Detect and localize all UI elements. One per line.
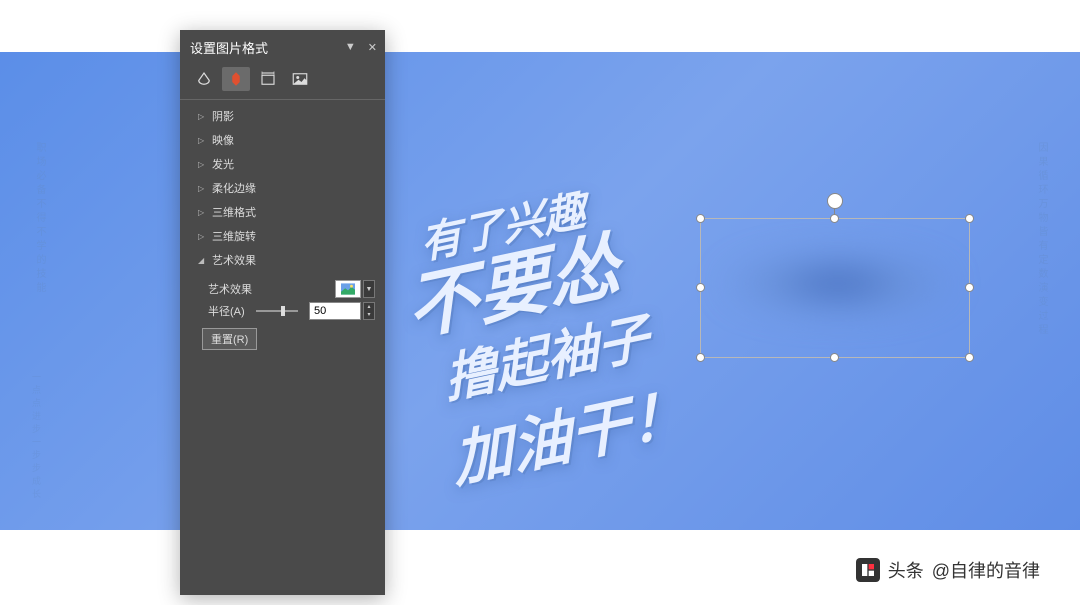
section-soft-edges[interactable]: ▷柔化边缘 — [180, 176, 385, 200]
slide-main-text: 有了兴趣 不要怂 撸起袖子 加油干！ — [398, 159, 693, 507]
format-picture-panel: 设置图片格式 ▼ ✕ ▷阴影 ▷映像 ▷发光 ▷柔化边缘 ▷三维格式 ▷三维旋转… — [180, 30, 385, 595]
resize-handle-bl[interactable] — [696, 353, 705, 362]
side-text-extra: 一点点进步一步步成长 — [30, 372, 43, 502]
section-3d-rotation[interactable]: ▷三维旋转 — [180, 224, 385, 248]
tab-effects-icon[interactable] — [222, 67, 250, 91]
section-glow[interactable]: ▷发光 — [180, 152, 385, 176]
section-reflection[interactable]: ▷映像 — [180, 128, 385, 152]
artistic-effect-preview[interactable] — [335, 280, 361, 298]
side-text-left: 职场必备不得不学的技能 — [30, 142, 48, 296]
panel-header: 设置图片格式 ▼ ✕ — [180, 30, 385, 63]
resize-handle-tm[interactable] — [830, 214, 839, 223]
effects-section-list: ▷阴影 ▷映像 ▷发光 ▷柔化边缘 ▷三维格式 ▷三维旋转 ◢艺术效果 艺术效果… — [180, 100, 385, 362]
watermark-author: @自律的音律 — [932, 557, 1040, 583]
tab-picture-icon[interactable] — [286, 67, 314, 91]
resize-handle-ml[interactable] — [696, 283, 705, 292]
side-text-right: 因果循环万物皆有定数演变过程 — [1032, 142, 1050, 338]
reset-button[interactable]: 重置(R) — [202, 328, 257, 350]
artistic-effect-label: 艺术效果 — [208, 281, 252, 297]
panel-close-icon[interactable]: ✕ — [368, 41, 377, 54]
resize-handle-bm[interactable] — [830, 353, 839, 362]
watermark: 头条 @自律的音律 — [856, 557, 1040, 583]
resize-handle-tl[interactable] — [696, 214, 705, 223]
radius-label: 半径(A) — [208, 303, 245, 319]
section-3d-format[interactable]: ▷三维格式 — [180, 200, 385, 224]
resize-handle-br[interactable] — [965, 353, 974, 362]
rotate-handle[interactable] — [827, 193, 843, 209]
radius-spinner[interactable]: ▴▾ — [363, 302, 375, 320]
panel-title: 设置图片格式 — [190, 38, 268, 57]
artistic-effects-controls: 艺术效果 ▼ 半径(A) ▴▾ 重置(R) — [180, 272, 385, 358]
resize-handle-tr[interactable] — [965, 214, 974, 223]
selection-box[interactable] — [700, 218, 970, 358]
radius-input[interactable] — [309, 302, 361, 320]
radius-slider[interactable] — [256, 310, 298, 312]
section-shadow[interactable]: ▷阴影 — [180, 104, 385, 128]
watermark-logo-icon — [856, 558, 880, 582]
artistic-effect-dropdown[interactable]: ▼ — [363, 280, 375, 298]
watermark-prefix: 头条 — [888, 557, 924, 583]
resize-handle-mr[interactable] — [965, 283, 974, 292]
panel-dropdown-icon[interactable]: ▼ — [345, 41, 356, 54]
tab-size-icon[interactable] — [254, 67, 282, 91]
section-artistic-effects[interactable]: ◢艺术效果 — [180, 248, 385, 272]
panel-tabs — [180, 63, 385, 100]
tab-fill-icon[interactable] — [190, 67, 218, 91]
